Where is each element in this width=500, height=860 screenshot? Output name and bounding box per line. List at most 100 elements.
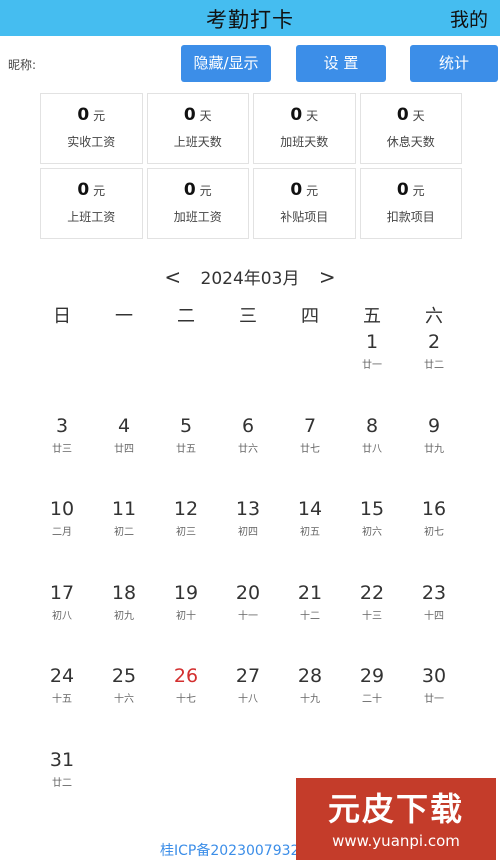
calendar-day[interactable]: 13 初四 xyxy=(217,497,279,581)
lunar-date: 初二 xyxy=(114,527,134,538)
stat-unit: 元 xyxy=(93,109,106,123)
statistics-button[interactable]: 统计 xyxy=(410,45,498,82)
calendar-day[interactable]: 3 廿三 xyxy=(31,414,93,498)
calendar-day[interactable]: 2 廿二 xyxy=(403,330,465,414)
calendar-day[interactable]: 1 廿一 xyxy=(341,330,403,414)
calendar-day[interactable]: 7 廿七 xyxy=(279,414,341,498)
stat-rest-days: 0天 休息天数 xyxy=(359,93,462,164)
lunar-date: 初十 xyxy=(176,610,196,622)
day-number: 28 xyxy=(297,665,323,687)
lunar-date: 初三 xyxy=(176,527,196,538)
stat-label: 加班天数 xyxy=(280,135,329,149)
lunar-date: 廿二 xyxy=(424,360,444,371)
calendar-day[interactable]: 26 十七 xyxy=(155,664,217,748)
lunar-date: 廿一 xyxy=(362,360,382,371)
calendar-day[interactable]: 11 初二 xyxy=(93,497,155,581)
stat-unit: 天 xyxy=(306,109,319,123)
empty-day-cell xyxy=(31,330,93,414)
month-navigation: < 2024年03月 > xyxy=(0,264,500,290)
weekday-header: 日一二三四五六 xyxy=(31,302,465,328)
watermark-logo: 元皮下载 www.yuanpi.com xyxy=(296,778,496,860)
lunar-date: 初四 xyxy=(238,527,258,538)
toggle-visibility-button[interactable]: 隐藏/显示 xyxy=(181,45,271,82)
lunar-date: 初六 xyxy=(362,527,382,538)
calendar-day[interactable]: 4 廿四 xyxy=(93,414,155,498)
stat-value: 0 xyxy=(183,180,196,200)
stat-label: 加班工资 xyxy=(173,210,222,224)
stat-label: 上班天数 xyxy=(173,135,222,149)
lunar-date: 初八 xyxy=(52,610,72,622)
stat-overtime-days: 0天 加班天数 xyxy=(253,93,356,164)
calendar-day[interactable]: 18 初九 xyxy=(93,581,155,665)
watermark-url: www.yuanpi.com xyxy=(332,832,460,850)
day-number: 21 xyxy=(297,581,323,604)
calendar-day[interactable]: 24 十五 xyxy=(31,664,93,748)
calendar-day[interactable]: 10 二月 xyxy=(31,497,93,581)
empty-day-cell xyxy=(279,330,341,414)
day-number: 19 xyxy=(173,581,199,604)
stat-value: 0 xyxy=(183,105,196,125)
calendar-day[interactable]: 6 廿六 xyxy=(217,414,279,498)
calendar-day[interactable]: 23 十四 xyxy=(403,581,465,665)
calendar-day[interactable]: 5 廿五 xyxy=(155,414,217,498)
weekday-label: 二 xyxy=(177,306,195,327)
lunar-date: 初九 xyxy=(114,610,134,622)
stats-grid: 0元 实收工资 0天 上班天数 0天 加班天数 0天 休息天数 0元 上班工资 … xyxy=(40,93,462,239)
weekday-label: 六 xyxy=(425,306,443,327)
settings-button[interactable]: 设 置 xyxy=(296,45,386,82)
day-number: 4 xyxy=(117,414,131,437)
calendar-day[interactable]: 9 廿九 xyxy=(403,414,465,498)
calendar-day[interactable]: 17 初八 xyxy=(31,581,93,665)
lunar-date: 廿五 xyxy=(176,443,196,455)
calendar-day[interactable]: 16 初七 xyxy=(403,497,465,581)
calendar-day[interactable]: 20 十一 xyxy=(217,581,279,665)
day-number: 7 xyxy=(303,414,317,437)
calendar-day[interactable]: 21 十二 xyxy=(279,581,341,665)
day-number: 20 xyxy=(235,581,261,604)
calendar-day[interactable]: 29 二十 xyxy=(341,664,403,748)
mine-button[interactable]: 我的 xyxy=(450,5,488,32)
icp-link[interactable]: 桂ICP备2023007932号 xyxy=(160,840,313,860)
weekday-label: 四 xyxy=(301,306,319,327)
stat-label: 休息天数 xyxy=(386,135,435,149)
calendar-day[interactable]: 27 十八 xyxy=(217,664,279,748)
lunar-date: 廿九 xyxy=(424,443,444,455)
chevron-left-icon[interactable]: < xyxy=(164,265,181,289)
stat-actual-salary: 0元 实收工资 xyxy=(40,93,143,164)
calendar-day[interactable]: 30 廿一 xyxy=(403,664,465,748)
stat-unit: 天 xyxy=(412,109,425,123)
stat-label: 扣款项目 xyxy=(386,210,435,224)
calendar-day[interactable]: 15 初六 xyxy=(341,497,403,581)
calendar-day[interactable]: 31 廿二 xyxy=(31,748,93,832)
stat-allowance: 0元 补贴项目 xyxy=(253,168,356,239)
page-title: 考勤打卡 xyxy=(206,8,294,32)
weekday-label: 日 xyxy=(53,306,71,327)
calendar-day[interactable]: 19 初十 xyxy=(155,581,217,665)
day-number: 31 xyxy=(49,748,75,771)
day-number: 12 xyxy=(173,498,199,520)
stat-value: 0 xyxy=(396,105,409,125)
day-number: 3 xyxy=(55,414,69,437)
day-number: 25 xyxy=(111,665,137,687)
weekday-label: 三 xyxy=(239,306,257,327)
lunar-date: 廿八 xyxy=(362,443,382,455)
current-month: 2024年03月 xyxy=(200,269,300,289)
calendar-day[interactable]: 14 初五 xyxy=(279,497,341,581)
lunar-date: 二月 xyxy=(52,527,72,538)
day-number: 14 xyxy=(297,498,323,520)
day-number: 6 xyxy=(241,414,255,437)
day-number: 8 xyxy=(365,414,379,437)
stat-unit: 元 xyxy=(306,184,319,198)
day-number: 13 xyxy=(235,498,261,520)
calendar-day[interactable]: 8 廿八 xyxy=(341,414,403,498)
chevron-right-icon[interactable]: > xyxy=(319,265,336,289)
lunar-date: 十六 xyxy=(114,694,134,705)
stat-label: 实收工资 xyxy=(67,135,116,149)
calendar-day[interactable]: 25 十六 xyxy=(93,664,155,748)
calendar-day[interactable]: 28 十九 xyxy=(279,664,341,748)
day-number: 17 xyxy=(49,581,75,604)
empty-day-cell xyxy=(93,330,155,414)
calendar-day[interactable]: 22 十三 xyxy=(341,581,403,665)
day-number: 2 xyxy=(427,331,441,353)
calendar-day[interactable]: 12 初三 xyxy=(155,497,217,581)
